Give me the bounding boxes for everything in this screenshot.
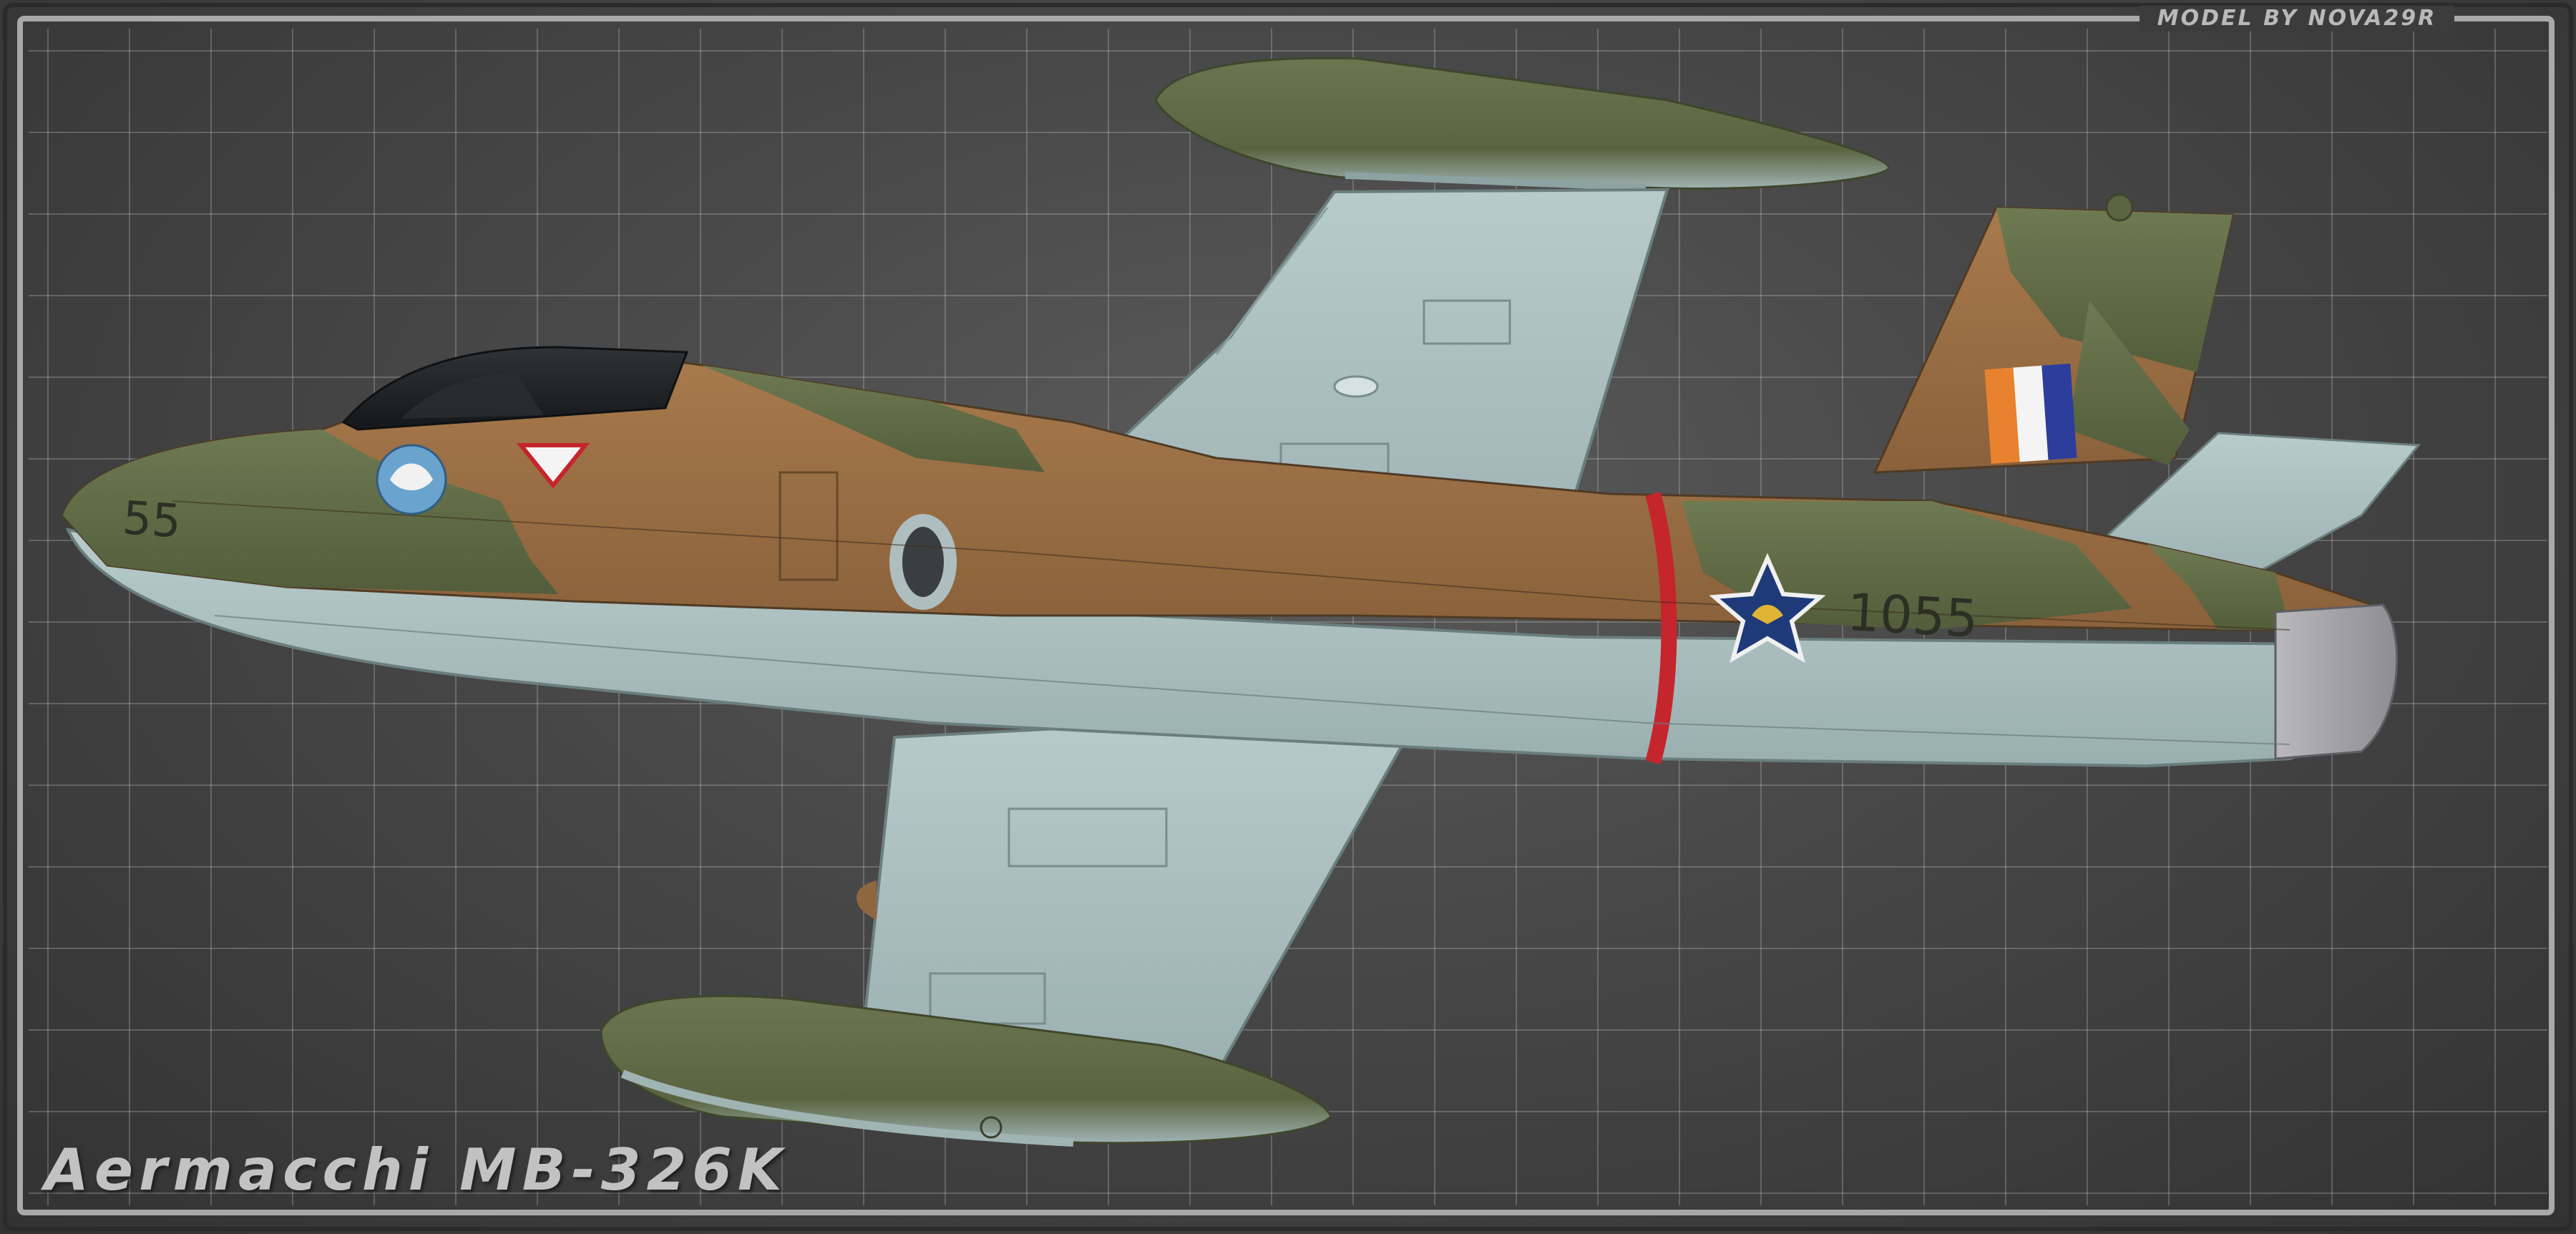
model-credit-label: MODEL BY NOVA29R (2140, 6, 2454, 31)
outer-frame (3, 3, 2573, 1231)
aircraft-title: Aermacchi MB-326K (44, 1137, 788, 1203)
canvas: 55 1055 MODEL BY NOVA29R Aermacchi MB-32… (0, 0, 2576, 1234)
